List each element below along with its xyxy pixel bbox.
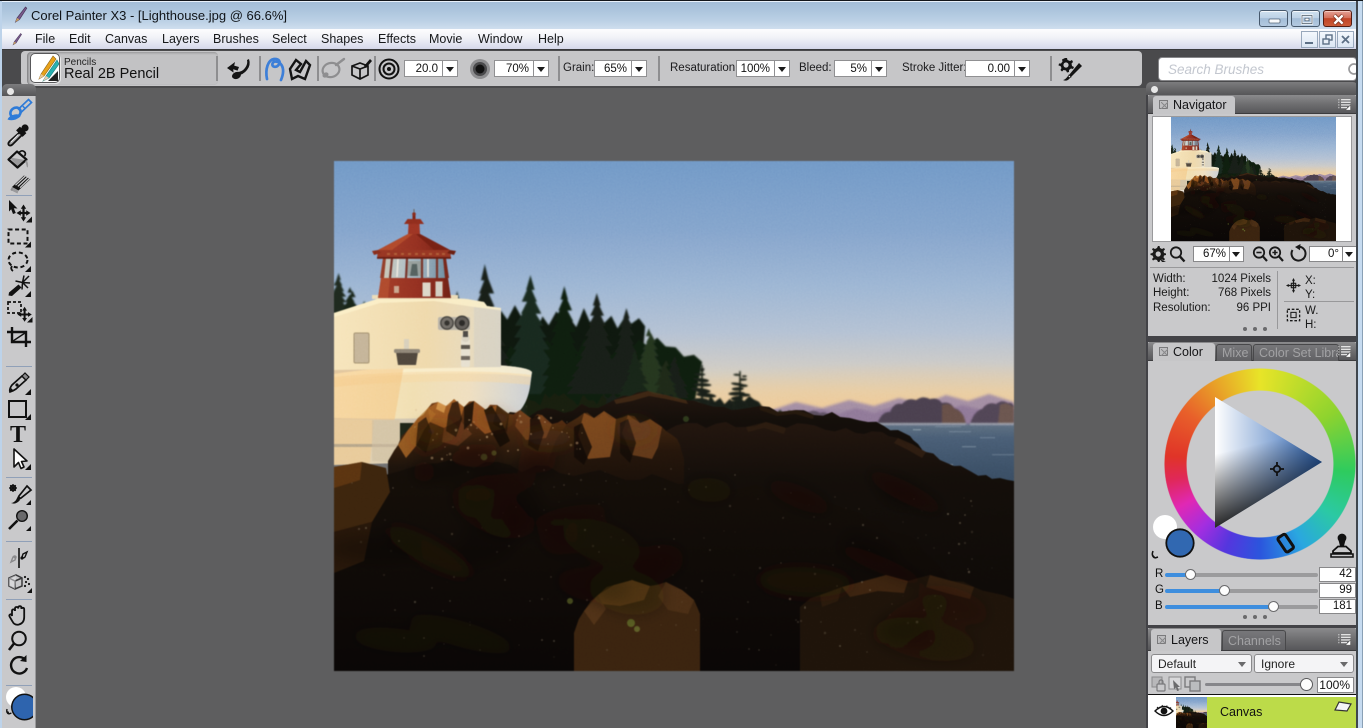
- svg-text:T: T: [10, 422, 26, 446]
